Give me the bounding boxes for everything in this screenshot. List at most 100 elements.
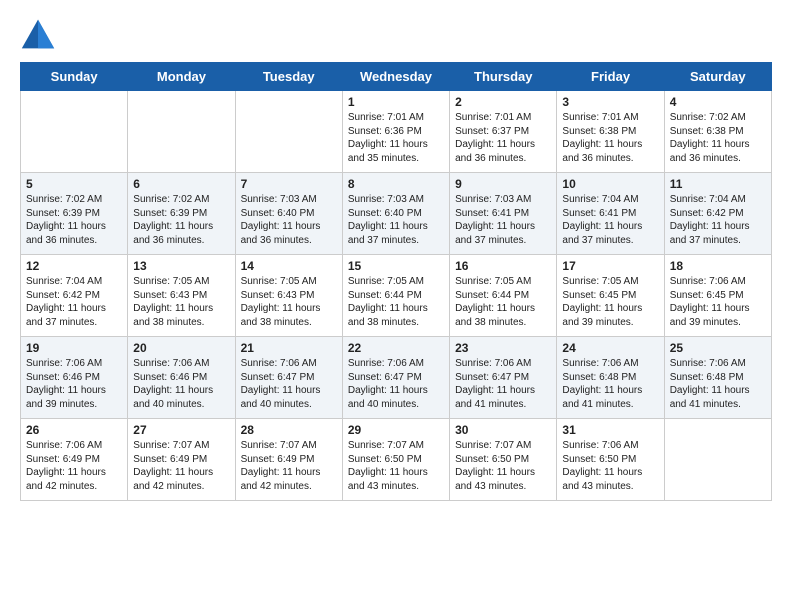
- day-info: Sunrise: 7:05 AM Sunset: 6:44 PM Dayligh…: [348, 275, 444, 329]
- day-number: 27: [133, 423, 229, 437]
- day-info: Sunrise: 7:03 AM Sunset: 6:40 PM Dayligh…: [241, 193, 337, 247]
- day-info: Sunrise: 7:06 AM Sunset: 6:48 PM Dayligh…: [562, 357, 658, 411]
- day-info: Sunrise: 7:01 AM Sunset: 6:37 PM Dayligh…: [455, 111, 551, 165]
- day-info: Sunrise: 7:03 AM Sunset: 6:41 PM Dayligh…: [455, 193, 551, 247]
- calendar-cell: 29 Sunrise: 7:07 AM Sunset: 6:50 PM Dayli…: [342, 419, 449, 501]
- day-number: 5: [26, 177, 122, 191]
- weekday-header-friday: Friday: [557, 63, 664, 91]
- day-info: Sunrise: 7:07 AM Sunset: 6:50 PM Dayligh…: [455, 439, 551, 493]
- calendar-cell: 26 Sunrise: 7:06 AM Sunset: 6:49 PM Dayli…: [21, 419, 128, 501]
- logo-icon: [20, 16, 56, 52]
- calendar-cell: 15 Sunrise: 7:05 AM Sunset: 6:44 PM Dayli…: [342, 255, 449, 337]
- day-number: 2: [455, 95, 551, 109]
- day-number: 1: [348, 95, 444, 109]
- calendar-cell: 22 Sunrise: 7:06 AM Sunset: 6:47 PM Dayli…: [342, 337, 449, 419]
- day-info: Sunrise: 7:02 AM Sunset: 6:39 PM Dayligh…: [26, 193, 122, 247]
- calendar-cell: 16 Sunrise: 7:05 AM Sunset: 6:44 PM Dayli…: [450, 255, 557, 337]
- day-number: 19: [26, 341, 122, 355]
- calendar-cell: 5 Sunrise: 7:02 AM Sunset: 6:39 PM Daylig…: [21, 173, 128, 255]
- day-number: 4: [670, 95, 766, 109]
- day-number: 8: [348, 177, 444, 191]
- calendar-cell: 28Sunrise: 7:07 AM Sunset: 6:49 PM Dayli…: [235, 419, 342, 501]
- weekday-header-saturday: Saturday: [664, 63, 771, 91]
- day-number: 12: [26, 259, 122, 273]
- day-number: 30: [455, 423, 551, 437]
- calendar-cell: 13 Sunrise: 7:05 AM Sunset: 6:43 PM Dayli…: [128, 255, 235, 337]
- page: SundayMondayTuesdayWednesdayThursdayFrid…: [0, 0, 792, 612]
- day-number: 7: [241, 177, 337, 191]
- weekday-header-thursday: Thursday: [450, 63, 557, 91]
- calendar-cell: 31 Sunrise: 7:06 AM Sunset: 6:50 PM Dayli…: [557, 419, 664, 501]
- day-number: 26: [26, 423, 122, 437]
- day-info: Sunrise: 7:06 AM Sunset: 6:48 PM Dayligh…: [670, 357, 766, 411]
- calendar-week-row: 26 Sunrise: 7:06 AM Sunset: 6:49 PM Dayli…: [21, 419, 772, 501]
- calendar-cell: 21 Sunrise: 7:06 AM Sunset: 6:47 PM Dayli…: [235, 337, 342, 419]
- day-number: 10: [562, 177, 658, 191]
- day-number: 13: [133, 259, 229, 273]
- day-number: 3: [562, 95, 658, 109]
- logo: [20, 16, 60, 52]
- day-number: 6: [133, 177, 229, 191]
- day-number: 29: [348, 423, 444, 437]
- calendar-cell: 24 Sunrise: 7:06 AM Sunset: 6:48 PM Dayli…: [557, 337, 664, 419]
- day-info: Sunrise: 7:02 AM Sunset: 6:39 PM Dayligh…: [133, 193, 229, 247]
- day-number: 24: [562, 341, 658, 355]
- day-info: Sunrise: 7:05 AM Sunset: 6:43 PM Dayligh…: [241, 275, 337, 329]
- day-info: Sunrise: 7:07 AM Sunset: 6:49 PM Dayligh…: [133, 439, 229, 493]
- calendar-cell: 19 Sunrise: 7:06 AM Sunset: 6:46 PM Dayli…: [21, 337, 128, 419]
- calendar-cell: 30 Sunrise: 7:07 AM Sunset: 6:50 PM Dayli…: [450, 419, 557, 501]
- day-number: 21: [241, 341, 337, 355]
- day-info: Sunrise: 7:04 AM Sunset: 6:42 PM Dayligh…: [670, 193, 766, 247]
- day-info: Sunrise: 7:04 AM Sunset: 6:41 PM Dayligh…: [562, 193, 658, 247]
- calendar-week-row: 1 Sunrise: 7:01 AM Sunset: 6:36 PM Daylig…: [21, 91, 772, 173]
- day-info: Sunrise: 7:06 AM Sunset: 6:46 PM Dayligh…: [133, 357, 229, 411]
- calendar-cell: [235, 91, 342, 173]
- day-info: Sunrise: 7:06 AM Sunset: 6:47 PM Dayligh…: [241, 357, 337, 411]
- day-info: Sunrise: 7:05 AM Sunset: 6:44 PM Dayligh…: [455, 275, 551, 329]
- weekday-header-monday: Monday: [128, 63, 235, 91]
- day-info: Sunrise: 7:05 AM Sunset: 6:43 PM Dayligh…: [133, 275, 229, 329]
- day-number: 22: [348, 341, 444, 355]
- calendar-cell: 7 Sunrise: 7:03 AM Sunset: 6:40 PM Daylig…: [235, 173, 342, 255]
- weekday-header-sunday: Sunday: [21, 63, 128, 91]
- calendar-cell: 4Sunrise: 7:02 AM Sunset: 6:38 PM Daylig…: [664, 91, 771, 173]
- calendar-cell: 11 Sunrise: 7:04 AM Sunset: 6:42 PM Dayli…: [664, 173, 771, 255]
- day-number: 9: [455, 177, 551, 191]
- day-number: 15: [348, 259, 444, 273]
- day-info: Sunrise: 7:01 AM Sunset: 6:36 PM Dayligh…: [348, 111, 444, 165]
- calendar-table: SundayMondayTuesdayWednesdayThursdayFrid…: [20, 62, 772, 501]
- day-number: 17: [562, 259, 658, 273]
- calendar-cell: 3 Sunrise: 7:01 AM Sunset: 6:38 PM Daylig…: [557, 91, 664, 173]
- day-info: Sunrise: 7:04 AM Sunset: 6:42 PM Dayligh…: [26, 275, 122, 329]
- day-number: 28: [241, 423, 337, 437]
- day-number: 20: [133, 341, 229, 355]
- calendar-cell: [21, 91, 128, 173]
- weekday-header-tuesday: Tuesday: [235, 63, 342, 91]
- calendar-cell: 20 Sunrise: 7:06 AM Sunset: 6:46 PM Dayli…: [128, 337, 235, 419]
- calendar-cell: 2 Sunrise: 7:01 AM Sunset: 6:37 PM Daylig…: [450, 91, 557, 173]
- day-number: 11: [670, 177, 766, 191]
- calendar-cell: 8Sunrise: 7:03 AM Sunset: 6:40 PM Daylig…: [342, 173, 449, 255]
- day-info: Sunrise: 7:06 AM Sunset: 6:47 PM Dayligh…: [455, 357, 551, 411]
- day-info: Sunrise: 7:06 AM Sunset: 6:50 PM Dayligh…: [562, 439, 658, 493]
- day-info: Sunrise: 7:07 AM Sunset: 6:50 PM Dayligh…: [348, 439, 444, 493]
- calendar-cell: [664, 419, 771, 501]
- day-info: Sunrise: 7:01 AM Sunset: 6:38 PM Dayligh…: [562, 111, 658, 165]
- calendar-cell: 6 Sunrise: 7:02 AM Sunset: 6:39 PM Daylig…: [128, 173, 235, 255]
- calendar-cell: 27 Sunrise: 7:07 AM Sunset: 6:49 PM Dayli…: [128, 419, 235, 501]
- day-number: 16: [455, 259, 551, 273]
- day-info: Sunrise: 7:06 AM Sunset: 6:47 PM Dayligh…: [348, 357, 444, 411]
- calendar-week-row: 19 Sunrise: 7:06 AM Sunset: 6:46 PM Dayli…: [21, 337, 772, 419]
- calendar-cell: 25Sunrise: 7:06 AM Sunset: 6:48 PM Dayli…: [664, 337, 771, 419]
- header: [20, 16, 772, 52]
- weekday-header-wednesday: Wednesday: [342, 63, 449, 91]
- calendar-week-row: 12 Sunrise: 7:04 AM Sunset: 6:42 PM Dayli…: [21, 255, 772, 337]
- calendar-cell: 9 Sunrise: 7:03 AM Sunset: 6:41 PM Daylig…: [450, 173, 557, 255]
- day-info: Sunrise: 7:06 AM Sunset: 6:46 PM Dayligh…: [26, 357, 122, 411]
- day-number: 31: [562, 423, 658, 437]
- day-number: 23: [455, 341, 551, 355]
- calendar-cell: 1 Sunrise: 7:01 AM Sunset: 6:36 PM Daylig…: [342, 91, 449, 173]
- calendar-cell: 18Sunrise: 7:06 AM Sunset: 6:45 PM Dayli…: [664, 255, 771, 337]
- calendar-week-row: 5 Sunrise: 7:02 AM Sunset: 6:39 PM Daylig…: [21, 173, 772, 255]
- day-info: Sunrise: 7:06 AM Sunset: 6:49 PM Dayligh…: [26, 439, 122, 493]
